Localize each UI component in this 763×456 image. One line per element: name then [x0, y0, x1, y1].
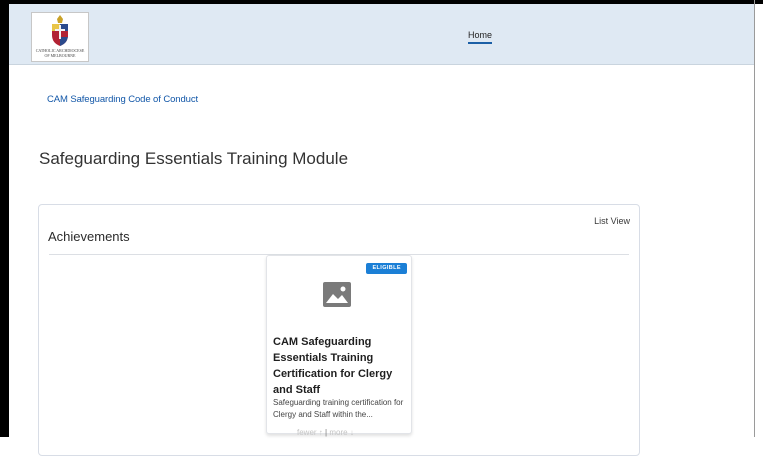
fewer-label: fewer: [297, 428, 317, 437]
code-of-conduct-link[interactable]: CAM Safeguarding Code of Conduct: [47, 94, 198, 105]
arrow-up-icon: ↑: [318, 428, 323, 437]
pager-controls: fewer ↑ | more ↓: [297, 428, 354, 437]
list-view-link[interactable]: List View: [594, 216, 630, 226]
more-button[interactable]: more ↓: [329, 428, 353, 437]
site-header: CATHOLIC ARCHDIOCESE OF MELBOURNE Home: [9, 4, 754, 65]
image-placeholder-icon: [323, 282, 351, 307]
achievement-tile[interactable]: ELIGIBLE CAM Safeguarding Essentials Tra…: [266, 255, 412, 434]
archdiocese-logo[interactable]: CATHOLIC ARCHDIOCESE OF MELBOURNE: [31, 12, 89, 62]
arrow-down-icon: ↓: [349, 428, 354, 437]
achievement-title: CAM Safeguarding Essentials Training Cer…: [273, 336, 393, 396]
eligible-badge: ELIGIBLE: [366, 263, 407, 274]
coat-of-arms-icon: [52, 15, 68, 46]
window-frame-right: [754, 0, 755, 437]
pager-separator: |: [325, 428, 328, 437]
achievements-card: Achievements List View ELIGIBLE CAM Safe…: [38, 204, 640, 456]
page-title: Safeguarding Essentials Training Module: [39, 149, 349, 168]
nav-home-tab[interactable]: Home: [468, 30, 493, 44]
window-frame-left: [0, 0, 9, 437]
achievement-description: Safeguarding training certification for …: [273, 398, 404, 419]
fewer-button[interactable]: fewer ↑: [297, 428, 323, 437]
logo-text: CATHOLIC ARCHDIOCESE OF MELBOURNE: [35, 48, 85, 58]
achievements-title: Achievements: [48, 229, 130, 244]
more-label: more: [329, 428, 348, 437]
